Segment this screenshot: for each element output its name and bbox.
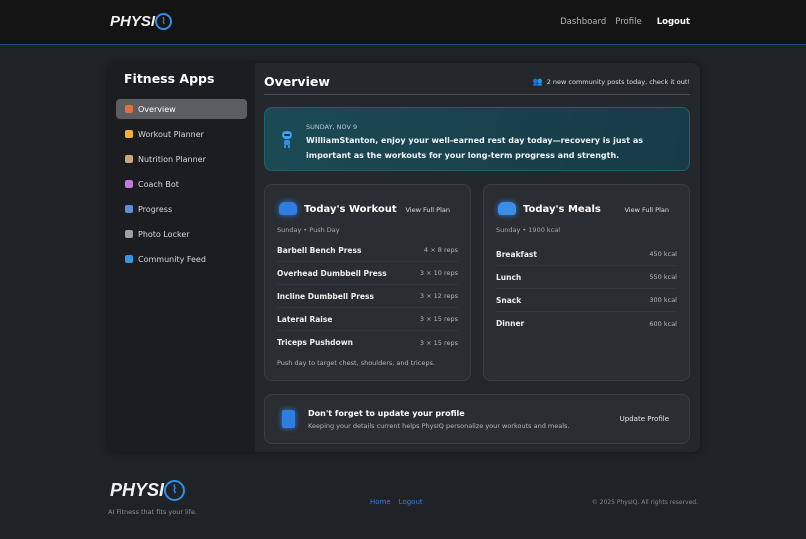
meals-card: Today's Meals View Full Plan Sunday • 19…: [483, 184, 690, 381]
exercise-row: Incline Dumbbell Press 3 × 12 reps: [277, 285, 458, 308]
sidebar-item-label: Nutrition Planner: [138, 154, 206, 164]
profile-form-icon: [282, 410, 295, 428]
robot-icon: [125, 180, 133, 188]
sidebar-item-label: Community Feed: [138, 254, 206, 264]
sidebar-item-workout-planner[interactable]: Workout Planner: [116, 124, 247, 144]
item-value: 300 kcal: [649, 296, 677, 304]
main-content: Overview 👥 2 new community posts today, …: [264, 63, 690, 452]
logo-q-pulse-icon: ⌇: [155, 13, 173, 30]
item-name: Triceps Pushdown: [277, 338, 353, 347]
users-icon: 👥: [532, 77, 543, 86]
banner-date: SUNDAY, NOV 9: [306, 123, 358, 131]
robot-icon: [282, 131, 292, 148]
item-value: 3 × 10 reps: [419, 269, 458, 277]
sidebar-item-label: Overview: [138, 104, 176, 114]
item-name: Dinner: [496, 319, 525, 328]
sidebar-title: Fitness Apps: [124, 71, 215, 86]
footer-logo-text: PHYSI: [110, 480, 165, 500]
profile-reminder-title: Don't forget to update your profile: [308, 409, 465, 418]
banner-message: WilliamStanton, enjoy your well-earned r…: [306, 136, 644, 160]
top-header: PHYSI ⌇ Dashboard Profile Logout: [0, 0, 806, 45]
physiq-logo[interactable]: PHYSI ⌇: [110, 13, 173, 30]
profile-reminder-subtitle: Keeping your details current helps PhysI…: [308, 422, 570, 430]
globe-icon: [125, 255, 133, 263]
item-name: Breakfast: [496, 249, 537, 259]
bowl-icon: [125, 155, 133, 163]
meal-row: Dinner 600 kcal: [496, 312, 677, 335]
footer-logout-link[interactable]: Logout: [399, 498, 423, 506]
item-value: 3 × 15 reps: [419, 338, 458, 347]
divider: [264, 94, 690, 95]
item-value: 550 kcal: [649, 273, 677, 281]
meals-view-full-plan-link[interactable]: View Full Plan: [624, 206, 669, 214]
sidebar-item-nutrition-planner[interactable]: Nutrition Planner: [116, 149, 247, 169]
sidebar-item-label: Coach Bot: [138, 179, 179, 189]
nav-profile[interactable]: Profile: [615, 17, 641, 27]
workout-note: Push day to target chest, shoulders, and…: [277, 359, 435, 367]
update-profile-button[interactable]: Update Profile: [620, 415, 669, 423]
bar-chart-icon: [125, 205, 133, 213]
meal-row: Snack 300 kcal: [496, 289, 677, 312]
item-value: 4 × 8 reps: [424, 246, 458, 254]
sidebar-item-label: Progress: [138, 204, 173, 214]
nav-logout[interactable]: Logout: [657, 17, 690, 27]
item-name: Barbell Bench Press: [277, 245, 362, 255]
meal-icon: [498, 202, 516, 215]
community-text: 2 new community posts today, check it ou…: [546, 77, 690, 86]
item-name: Incline Dumbbell Press: [277, 291, 374, 301]
sidebar-item-photo-locker[interactable]: Photo Locker: [116, 224, 247, 244]
meals-title: Today's Meals: [523, 204, 601, 215]
item-value: 450 kcal: [649, 250, 677, 258]
item-name: Overhead Dumbbell Press: [277, 268, 387, 278]
item-name: Lateral Raise: [277, 314, 333, 324]
sidebar-item-overview[interactable]: Overview: [116, 99, 247, 119]
item-value: 600 kcal: [649, 319, 677, 328]
sidebar: Fitness Apps Overview Workout Planner Nutr…: [108, 63, 255, 452]
footer-copyright: © 2025 PhysIQ. All rights reserved.: [591, 499, 698, 506]
dashboard-container: Fitness Apps Overview Workout Planner Nutr…: [108, 63, 700, 452]
meals-subtitle: Sunday • 1900 kcal: [496, 226, 561, 234]
meal-row: Breakfast 450 kcal: [496, 243, 677, 266]
footer-links: Home Logout: [370, 498, 423, 506]
exercise-row: Barbell Bench Press 4 × 8 reps: [277, 239, 458, 262]
logo-text: PHYSI: [110, 13, 156, 30]
workout-view-full-plan-link[interactable]: View Full Plan: [405, 206, 450, 214]
house-icon: [125, 105, 133, 113]
sidebar-item-progress[interactable]: Progress: [116, 199, 247, 219]
sidebar-item-community-feed[interactable]: Community Feed: [116, 249, 247, 269]
workout-card: Today's Workout View Full Plan Sunday • …: [264, 184, 471, 381]
sidebar-item-label: Workout Planner: [138, 129, 204, 139]
daily-banner: SUNDAY, NOV 9 WilliamStanton, enjoy your…: [264, 107, 690, 171]
profile-reminder-card: Don't forget to update your profile Keep…: [264, 394, 690, 444]
community-notice[interactable]: 👥 2 new community posts today, check it …: [533, 77, 690, 86]
exercise-row: Overhead Dumbbell Press 3 × 10 reps: [277, 262, 458, 285]
item-name: Snack: [496, 295, 522, 305]
flexed-biceps-icon: [125, 130, 133, 138]
dumbbell-icon: [279, 202, 297, 215]
sidebar-item-coach-bot[interactable]: Coach Bot: [116, 174, 247, 194]
meal-row: Lunch 550 kcal: [496, 266, 677, 289]
file-box-icon: [125, 230, 133, 238]
item-name: Lunch: [496, 272, 522, 282]
item-value: 3 × 15 reps: [419, 315, 458, 323]
exercise-row: Triceps Pushdown 3 × 15 reps: [277, 331, 458, 354]
workout-subtitle: Sunday • Push Day: [277, 226, 340, 234]
logo-q-pulse-icon: ⌇: [164, 480, 186, 501]
exercise-row: Lateral Raise 3 × 15 reps: [277, 308, 458, 331]
page-title: Overview: [264, 74, 330, 89]
top-nav: Dashboard Profile Logout: [560, 17, 690, 27]
sidebar-item-label: Photo Locker: [138, 229, 190, 239]
footer-tagline: AI Fitness that fits your life.: [108, 508, 198, 516]
item-value: 3 × 12 reps: [419, 292, 458, 300]
nav-dashboard[interactable]: Dashboard: [560, 17, 606, 27]
workout-title: Today's Workout: [304, 204, 397, 215]
footer-logo: PHYSI ⌇: [110, 480, 186, 501]
footer-home-link[interactable]: Home: [370, 498, 391, 506]
